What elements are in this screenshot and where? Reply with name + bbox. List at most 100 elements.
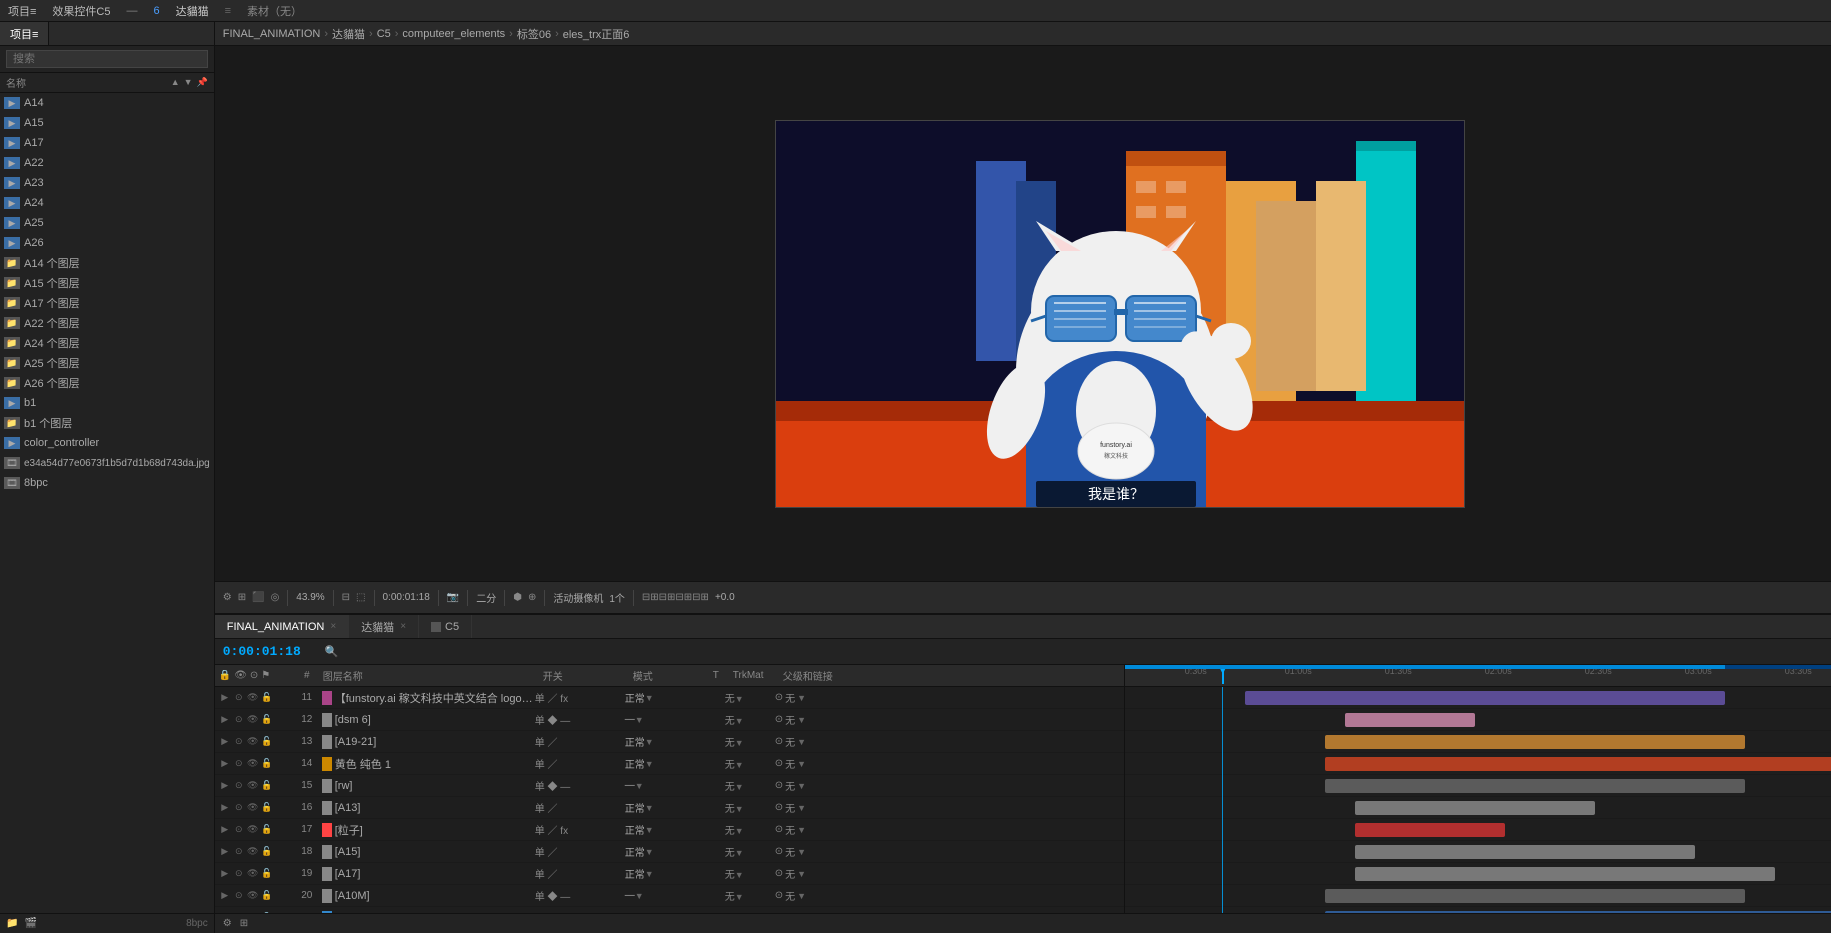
new-comp-btn[interactable]: 🎬 xyxy=(24,918,36,929)
eye-icon[interactable]: 👁 xyxy=(247,868,259,880)
eye-icon[interactable]: 👁 xyxy=(247,846,259,858)
layer-parent[interactable]: ⊙ 无▼ xyxy=(775,778,905,793)
eye-icon[interactable]: 👁 xyxy=(247,802,259,814)
list-item[interactable]: ▶ A23 xyxy=(0,173,214,193)
list-item[interactable]: ▶ A25 xyxy=(0,213,214,233)
bottom-icon1[interactable]: ⚙ xyxy=(223,918,232,929)
layer-row[interactable]: ▶ ⊙ 👁 🔓 11 【funstory.ai 稼文科技中英文结合 logo(3… xyxy=(215,687,1124,709)
sort-desc-icon[interactable]: ▼ xyxy=(184,77,193,88)
layer-parent[interactable]: ⊙ 无▼ xyxy=(775,888,905,903)
list-item[interactable]: ▶ A26 xyxy=(0,233,214,253)
tl-tab-final[interactable]: FINAL_ANIMATION × xyxy=(215,615,349,638)
layer-row[interactable]: ▶ ⊙ 👁 🔓 19 [A17] 单 ／ 正常▼ 无▼ ⊙ 无▼ xyxy=(215,863,1124,885)
layer-parent[interactable]: ⊙ 无▼ xyxy=(775,690,905,705)
expand-icon[interactable]: ▶ xyxy=(219,846,231,858)
breadcrumb-item-2[interactable]: 达貓猫 xyxy=(332,26,365,42)
sort-asc-icon[interactable]: ▲ xyxy=(171,77,180,88)
viewer-ctrl-icon4[interactable]: ◎ xyxy=(271,592,280,603)
expand-icon[interactable]: ▶ xyxy=(219,824,231,836)
layer-mode[interactable]: 正常▼ xyxy=(625,756,705,771)
layer-parent[interactable]: ⊙ 无▼ xyxy=(775,844,905,859)
expand-icon[interactable]: ▶ xyxy=(219,758,231,770)
eye-icon[interactable]: 👁 xyxy=(247,780,259,792)
track-bar[interactable] xyxy=(1325,889,1745,903)
expand-icon[interactable]: ▶ xyxy=(219,890,231,902)
viewer-ctrl-icon2[interactable]: ⊞ xyxy=(238,592,246,603)
track-bar[interactable] xyxy=(1325,735,1745,749)
layer-mode[interactable]: —▼ xyxy=(625,890,705,901)
list-item[interactable]: 📁 A14 个图层 xyxy=(0,253,214,273)
list-item[interactable]: 🎞 8bpc xyxy=(0,473,214,493)
layer-trkmat[interactable]: 无▼ xyxy=(725,690,775,705)
list-item[interactable]: 🎞 e34a54d77e0673f1b5d7d1b68d743da.jpg xyxy=(0,453,214,473)
solo-icon[interactable]: ⊙ xyxy=(233,868,245,880)
layer-trkmat[interactable]: 无▼ xyxy=(725,756,775,771)
list-item[interactable]: 📁 A15 个图层 xyxy=(0,273,214,293)
layer-mode[interactable]: 正常▼ xyxy=(625,800,705,815)
layer-trkmat[interactable]: 无▼ xyxy=(725,778,775,793)
list-item[interactable]: ▶ A14 xyxy=(0,93,214,113)
lock-icon[interactable]: 🔓 xyxy=(261,780,273,792)
tracks-area[interactable]: 0:30s 01:00s 01:30s 02:00s 02:30s 03:00s… xyxy=(1125,665,1831,913)
layer-mode[interactable]: 正常▼ xyxy=(625,822,705,837)
layer-parent[interactable]: ⊙ 无▼ xyxy=(775,822,905,837)
layer-trkmat[interactable]: 无▼ xyxy=(725,800,775,815)
layer-parent[interactable]: ⊙ 无▼ xyxy=(775,800,905,815)
menu-comp-name[interactable]: 达貓猫 xyxy=(176,3,209,19)
viewer-quality[interactable]: 二分 xyxy=(476,590,496,605)
eye-icon[interactable]: 👁 xyxy=(247,714,259,726)
list-item[interactable]: 📁 b1 个图层 xyxy=(0,413,214,433)
list-item[interactable]: 📁 A24 个图层 xyxy=(0,333,214,353)
layer-trkmat[interactable]: 无▼ xyxy=(725,712,775,727)
eye-icon[interactable]: 👁 xyxy=(247,824,259,836)
layer-row[interactable]: ▶ ⊙ 👁 🔓 12 [dsm 6] 单 ◆ — —▼ 无▼ ⊙ 无▼ xyxy=(215,709,1124,731)
track-bar[interactable] xyxy=(1325,911,1831,913)
list-item[interactable]: ▶ A17 xyxy=(0,133,214,153)
layer-mode[interactable]: —▼ xyxy=(625,714,705,725)
eye-icon[interactable]: 👁 xyxy=(247,758,259,770)
tab-project[interactable]: 项目≡ xyxy=(0,22,49,45)
layer-mode[interactable]: —▼ xyxy=(625,780,705,791)
layer-parent[interactable]: ⊙ 无▼ xyxy=(775,756,905,771)
expand-icon[interactable]: ▶ xyxy=(219,868,231,880)
breadcrumb-item-6[interactable]: eles_trx正面6 xyxy=(563,26,630,42)
list-item[interactable]: ▶ color_controller xyxy=(0,433,214,453)
layer-mode[interactable]: 正常▼ xyxy=(625,690,705,705)
layer-trkmat[interactable]: 无▼ xyxy=(725,888,775,903)
zoom-level[interactable]: 43.9% xyxy=(296,592,324,603)
layer-mode[interactable]: 正常▼ xyxy=(625,734,705,749)
breadcrumb-item-3[interactable]: C5 xyxy=(377,28,391,40)
solo-icon[interactable]: ⊙ xyxy=(233,692,245,704)
track-bar[interactable] xyxy=(1355,823,1505,837)
tl-tab-damaomao[interactable]: 达貓猫 × xyxy=(349,615,419,638)
track-bar[interactable] xyxy=(1355,801,1595,815)
list-item[interactable]: ▶ A24 xyxy=(0,193,214,213)
solo-icon[interactable]: ⊙ xyxy=(233,846,245,858)
layer-trkmat[interactable]: 无▼ xyxy=(725,822,775,837)
viewer-ctrl-icon8[interactable]: ⊕ xyxy=(528,592,536,603)
layer-mode[interactable]: 正常▼ xyxy=(625,866,705,881)
breadcrumb-item-4[interactable]: computeer_elements xyxy=(402,28,505,40)
lock-icon[interactable]: 🔓 xyxy=(261,758,273,770)
layer-parent[interactable]: ⊙ 无▼ xyxy=(775,866,905,881)
track-bar[interactable] xyxy=(1325,757,1831,771)
lock-icon[interactable]: 🔓 xyxy=(261,868,273,880)
solo-icon[interactable]: ⊙ xyxy=(233,802,245,814)
track-bar[interactable] xyxy=(1355,845,1695,859)
lock-icon[interactable]: 🔓 xyxy=(261,736,273,748)
layer-trkmat[interactable]: 无▼ xyxy=(725,866,775,881)
solo-icon[interactable]: ⊙ xyxy=(233,780,245,792)
bottom-icon2[interactable]: ⊞ xyxy=(240,918,248,929)
layer-row[interactable]: ▶ ⊙ 👁 🔓 18 [A15] 单 ／ 正常▼ 无▼ ⊙ 无▼ xyxy=(215,841,1124,863)
track-bar[interactable] xyxy=(1355,867,1775,881)
lock-icon[interactable]: 🔓 xyxy=(261,846,273,858)
eye-icon[interactable]: 👁 xyxy=(247,692,259,704)
expand-icon[interactable]: ▶ xyxy=(219,780,231,792)
track-bar[interactable] xyxy=(1325,779,1745,793)
viewer-ctrl-icon5[interactable]: ⊟ xyxy=(342,592,350,603)
list-item[interactable]: ▶ A15 xyxy=(0,113,214,133)
viewer-cam-icon[interactable]: 📷 xyxy=(447,592,459,603)
solo-icon[interactable]: ⊙ xyxy=(233,824,245,836)
list-item[interactable]: 📁 A26 个图层 xyxy=(0,373,214,393)
list-item[interactable]: ▶ b1 xyxy=(0,393,214,413)
